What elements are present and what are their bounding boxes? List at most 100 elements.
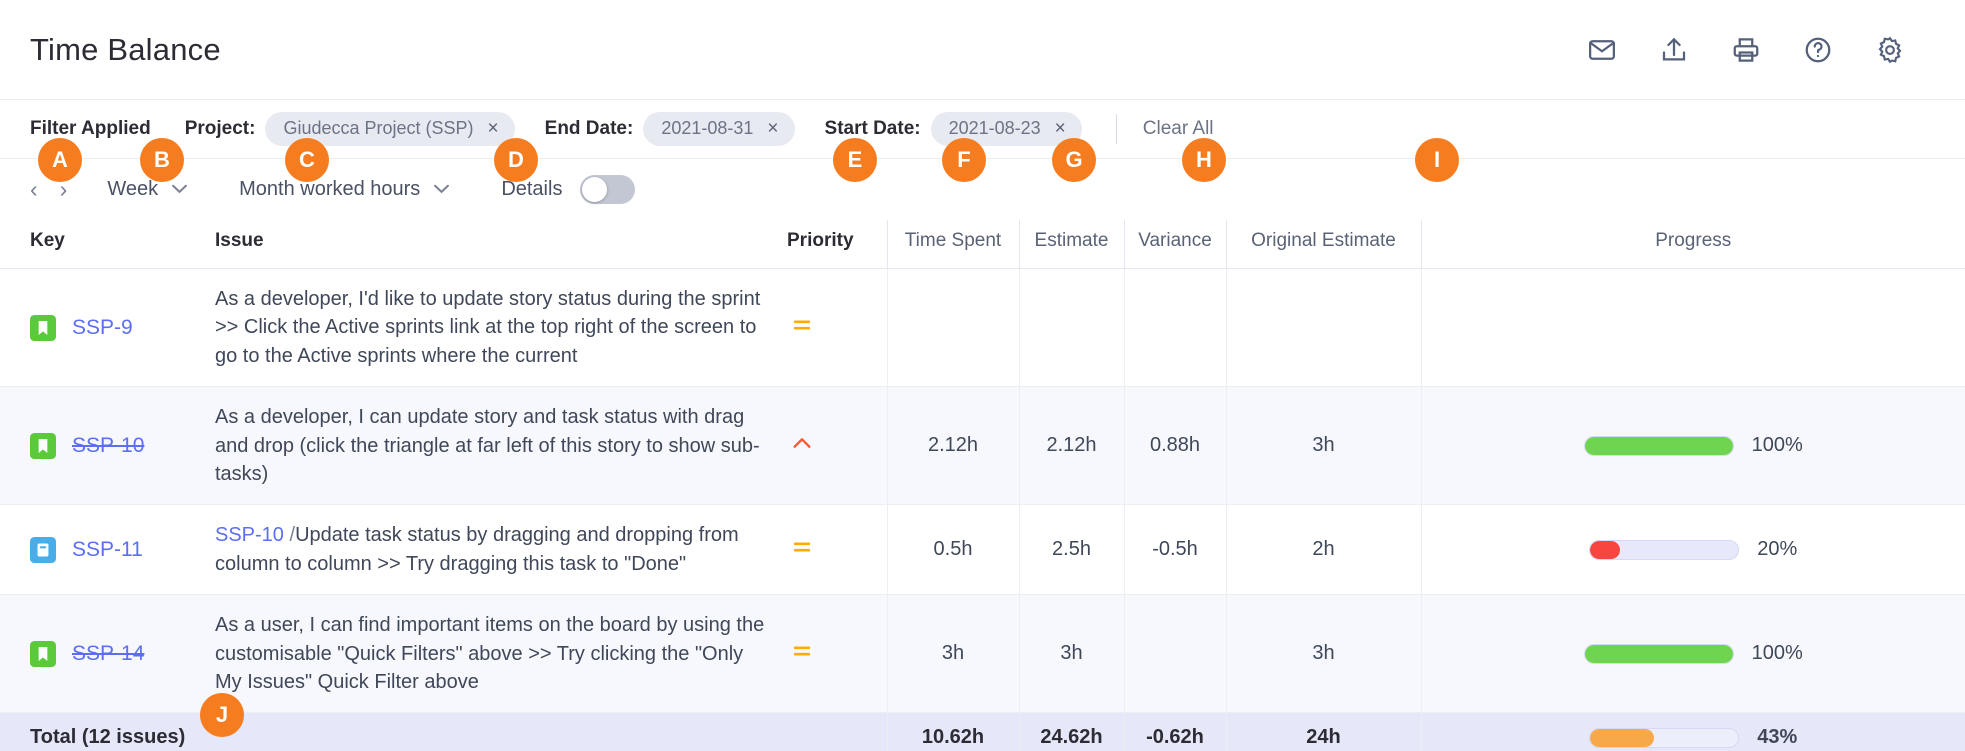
column-header-variance[interactable]: Variance <box>1124 220 1226 269</box>
issue-key-link[interactable]: SSP-10 <box>72 434 144 458</box>
annotation-badge-e: E <box>833 138 877 182</box>
priority-medium-icon <box>791 640 813 662</box>
cell-progress: 20% <box>1421 505 1965 595</box>
period-dropdown[interactable]: Week <box>107 178 187 201</box>
cell-priority <box>787 269 887 387</box>
help-icon[interactable] <box>1803 35 1833 65</box>
story-icon <box>30 433 56 459</box>
table-row[interactable]: SSP-11 SSP-10 /Update task status by drag… <box>0 505 1965 595</box>
filter-project-value: Giudecca Project (SSP) <box>283 118 473 139</box>
progress-bar-fill <box>1585 437 1733 455</box>
filter-start-date-value: 2021-08-23 <box>949 118 1041 139</box>
metric-dropdown[interactable]: Month worked hours <box>239 178 449 201</box>
cell-time-spent: 2.12h <box>887 387 1019 505</box>
total-priority-spacer <box>787 713 887 751</box>
cell-key: SSP-10 <box>0 387 215 505</box>
column-header-priority[interactable]: Priority <box>787 220 887 269</box>
details-toggle-knob <box>582 177 607 202</box>
progress-bar-track <box>1584 436 1734 456</box>
total-progress: 43% <box>1421 713 1965 751</box>
filter-end-date-remove-icon[interactable]: × <box>767 119 778 138</box>
cell-original-estimate <box>1226 269 1421 387</box>
details-toggle[interactable] <box>580 175 635 204</box>
cell-estimate: 2.12h <box>1019 387 1124 505</box>
column-header-estimate[interactable]: Estimate <box>1019 220 1124 269</box>
cell-issue: As a user, I can find important items on… <box>215 595 787 713</box>
cell-issue: As a developer, I can update story and t… <box>215 387 787 505</box>
cell-progress <box>1421 269 1965 387</box>
table-header: Key Issue Priority Time Spent Estimate V… <box>0 220 1965 269</box>
issue-parent-link[interactable]: SSP-10 <box>215 524 284 546</box>
annotation-badge-c: C <box>285 138 329 182</box>
gear-icon[interactable] <box>1875 35 1905 65</box>
annotation-badge-f: F <box>942 138 986 182</box>
column-header-original-estimate[interactable]: Original Estimate <box>1226 220 1421 269</box>
chevron-down-icon <box>172 181 187 198</box>
print-icon[interactable] <box>1731 35 1761 65</box>
issue-key-link[interactable]: SSP-9 <box>72 316 133 340</box>
period-dropdown-value: Week <box>107 178 158 201</box>
total-variance: -0.62h <box>1124 713 1226 751</box>
issue-summary-text: As a developer, I can update story and t… <box>215 406 760 485</box>
prev-period-button[interactable]: ‹ <box>30 178 38 201</box>
cell-original-estimate: 2h <box>1226 505 1421 595</box>
table-row[interactable]: SSP-9As a developer, I'd like to update … <box>0 269 1965 387</box>
page-title: Time Balance <box>30 32 221 68</box>
metric-dropdown-value: Month worked hours <box>239 178 420 201</box>
priority-medium-icon <box>791 314 813 336</box>
annotation-badge-j: J <box>200 693 244 737</box>
cell-original-estimate: 3h <box>1226 387 1421 505</box>
cell-issue: SSP-10 /Update task status by dragging a… <box>215 505 787 595</box>
filter-end-date-value: 2021-08-31 <box>661 118 753 139</box>
table-row[interactable]: SSP-14 As a user, I can find important it… <box>0 595 1965 713</box>
annotation-badge-a: A <box>38 138 82 182</box>
cell-progress: 100% <box>1421 595 1965 713</box>
export-icon[interactable] <box>1659 35 1689 65</box>
cell-key: SSP-11 <box>0 505 215 595</box>
table-total-row: Total (12 issues)10.62h24.62h-0.62h24h43… <box>0 713 1965 751</box>
cell-progress: 100% <box>1421 387 1965 505</box>
progress-bar-fill <box>1590 729 1654 747</box>
filter-start-date-remove-icon[interactable]: × <box>1055 119 1066 138</box>
column-header-key[interactable]: Key <box>0 220 215 269</box>
cell-variance: 0.88h <box>1124 387 1226 505</box>
mail-icon[interactable] <box>1587 35 1617 65</box>
total-time-spent: 10.62h <box>887 713 1019 751</box>
column-header-issue[interactable]: Issue <box>215 220 787 269</box>
filter-divider <box>1116 114 1117 144</box>
cell-time-spent <box>887 269 1019 387</box>
cell-priority <box>787 595 887 713</box>
cell-estimate: 3h <box>1019 595 1124 713</box>
subtask-icon <box>30 537 56 563</box>
total-original-estimate: 24h <box>1226 713 1421 751</box>
progress-percent-label: 20% <box>1757 538 1797 561</box>
column-header-time-spent[interactable]: Time Spent <box>887 220 1019 269</box>
filter-project-remove-icon[interactable]: × <box>488 119 499 138</box>
clear-all-button[interactable]: Clear All <box>1143 118 1214 140</box>
cell-time-spent: 0.5h <box>887 505 1019 595</box>
issue-summary-text: As a user, I can find important items on… <box>215 614 764 693</box>
filter-end-date-chip[interactable]: 2021-08-31 × <box>643 112 794 146</box>
filter-end-date: End Date: 2021-08-31 × <box>545 112 795 146</box>
cell-key: SSP-14 <box>0 595 215 713</box>
cell-estimate <box>1019 269 1124 387</box>
annotation-badge-d: D <box>494 138 538 182</box>
progress-bar-track <box>1584 644 1734 664</box>
issue-key-link[interactable]: SSP-11 <box>72 538 143 562</box>
progress-percent-label: 100% <box>1752 642 1803 665</box>
progress-indicator: 43% <box>1448 726 1940 749</box>
column-header-progress[interactable]: Progress <box>1421 220 1965 269</box>
table-row[interactable]: SSP-10 As a developer, I can update story… <box>0 387 1965 505</box>
chevron-down-icon <box>434 181 449 198</box>
annotation-badge-g: G <box>1052 138 1096 182</box>
report-board: ‹ › Week Month worked hours Details <box>0 158 1965 751</box>
story-icon <box>30 315 56 341</box>
cell-key: SSP-9 <box>0 269 215 387</box>
filter-project: Project: Giudecca Project (SSP) × <box>185 112 515 146</box>
progress-bar-fill <box>1585 645 1733 663</box>
progress-indicator: 100% <box>1448 434 1940 457</box>
issue-key-link[interactable]: SSP-14 <box>72 642 144 666</box>
cell-estimate: 2.5h <box>1019 505 1124 595</box>
time-balance-table: Key Issue Priority Time Spent Estimate V… <box>0 220 1965 751</box>
progress-percent-label: 43% <box>1757 726 1797 749</box>
